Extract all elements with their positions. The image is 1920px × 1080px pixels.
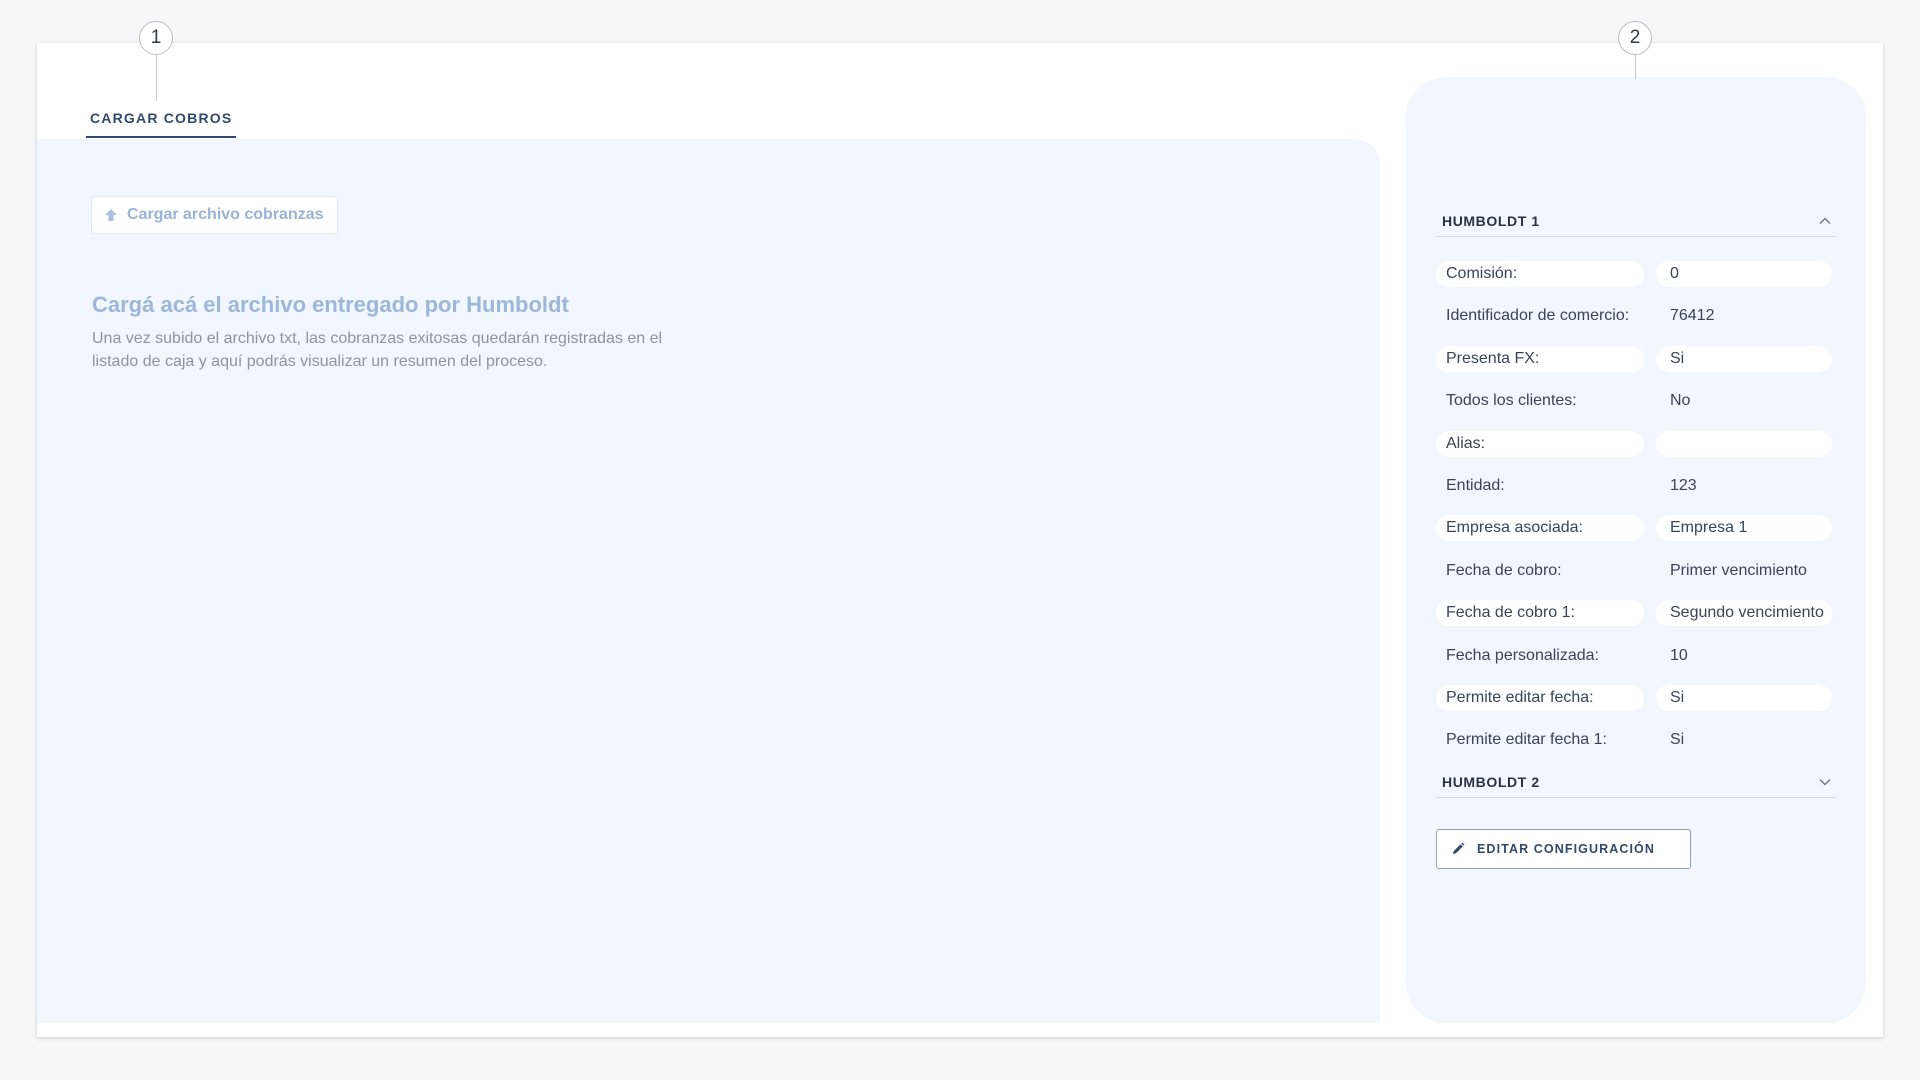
config-value [1656,430,1832,457]
pencil-icon [1453,842,1465,854]
config-row-presenta-fx: Presenta FX: Si [1436,338,1836,380]
config-value: Si [1656,684,1832,711]
app-frame: CARGAR COBROS Cargar archivo cobranzas C… [37,43,1883,1037]
config-label: Identificador de comercio: [1446,307,1630,325]
config-value: Segundo vencimiento [1656,600,1832,627]
config-label: Empresa asociada: [1436,515,1644,542]
upload-file-button[interactable]: Cargar archivo cobranzas [91,196,338,234]
callout-2-line [1635,55,1636,79]
config-value: Primer vencimiento [1670,561,1807,579]
config-label: Presenta FX: [1436,345,1644,372]
config-panel: HUMBOLDT 1 Comisión: 0 Identificador de … [1406,77,1866,1023]
config-label: Fecha de cobro: [1446,561,1562,579]
config-row-empresa-asociada: Empresa asociada: Empresa 1 [1436,507,1836,549]
callout-1-line [156,55,157,101]
empty-state-title: Cargá acá el archivo entregado por Humbo… [92,292,569,317]
section-title: HUMBOLDT 2 [1442,773,1540,790]
config-row-fecha-cobro: Fecha de cobro: Primer vencimiento [1436,550,1836,592]
upload-file-button-label: Cargar archivo cobranzas [127,206,324,223]
config-label: Entidad: [1446,476,1505,494]
config-row-alias: Alias: [1436,423,1836,465]
config-row-comision: Comisión: 0 [1436,253,1836,295]
config-value: 123 [1670,476,1697,494]
section-header-humboldt-2[interactable]: HUMBOLDT 2 [1436,766,1836,798]
callout-marker-2: 2 [1618,21,1652,55]
config-label: Permite editar fecha: [1436,684,1644,711]
chevron-up-icon[interactable] [1818,214,1832,228]
upload-arrow-icon [105,209,117,221]
config-row-permite-editar-fecha-1: Permite editar fecha 1: Si [1436,719,1836,761]
config-value: Empresa 1 [1656,515,1832,542]
callout-marker-1: 1 [139,21,173,55]
config-row-permite-editar-fecha: Permite editar fecha: Si [1436,677,1836,719]
config-row-fecha-cobro-1: Fecha de cobro 1: Segundo vencimiento [1436,592,1836,634]
section-title: HUMBOLDT 1 [1442,212,1540,229]
empty-state-description: Una vez subido el archivo txt, las cobra… [92,330,663,370]
config-value: No [1670,392,1691,410]
edit-configuration-button[interactable]: EDITAR CONFIGURACIÓN [1436,829,1691,869]
config-label: Todos los clientes: [1446,392,1577,410]
config-label: Fecha personalizada: [1446,646,1599,664]
section-header-humboldt-1[interactable]: HUMBOLDT 1 [1436,205,1836,237]
config-label: Comisión: [1436,261,1644,287]
config-row-todos-clientes: Todos los clientes: No [1436,380,1836,422]
config-label: Permite editar fecha 1: [1446,731,1607,749]
config-value: 76412 [1670,307,1715,325]
chevron-down-icon[interactable] [1818,775,1832,789]
config-label: Fecha de cobro 1: [1436,600,1644,627]
config-row-entidad: Entidad: 123 [1436,465,1836,507]
config-row-fecha-personalizada: Fecha personalizada: 10 [1436,635,1836,677]
config-value: 0 [1656,261,1832,287]
config-label: Alias: [1436,430,1644,457]
config-value: Si [1656,345,1832,372]
config-value: Si [1670,731,1685,749]
upload-panel: Cargar archivo cobranzas Cargá acá el ar… [37,139,1380,1023]
tab-cargar-cobros[interactable]: CARGAR COBROS [86,110,237,138]
edit-configuration-label: EDITAR CONFIGURACIÓN [1477,842,1656,856]
config-row-identificador: Identificador de comercio: 76412 [1436,295,1836,337]
config-rows: Comisión: 0 Identificador de comercio: 7… [1436,253,1836,762]
tab-label: CARGAR COBROS [90,110,233,126]
config-value: 10 [1670,646,1688,664]
